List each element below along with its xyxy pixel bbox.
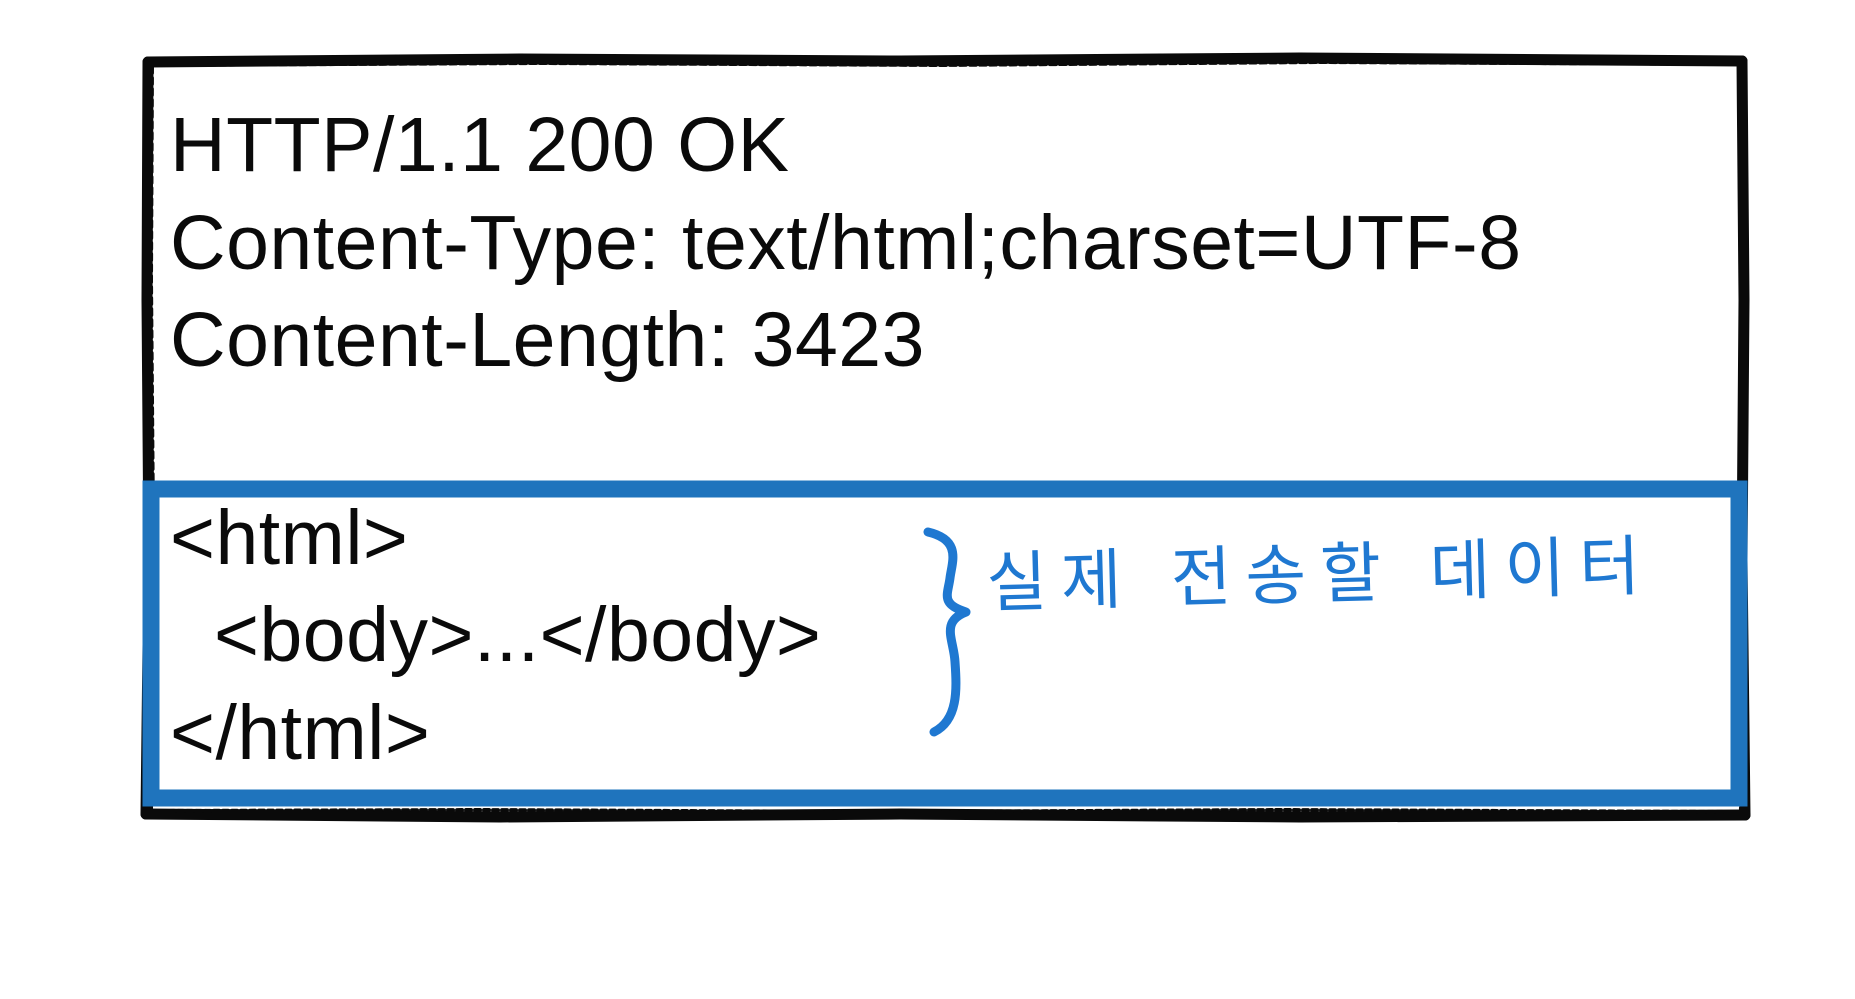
body-annotation: 실제 전송할 데이터 <box>985 527 1655 622</box>
status-line: HTTP/1.1 200 OK <box>170 102 790 188</box>
content-length-header: Content-Length: 3423 <box>170 297 925 383</box>
curly-brace-icon <box>923 527 971 737</box>
body-html-open: <html> <box>170 495 409 581</box>
body-html-close: </html> <box>170 690 431 776</box>
content-type-header: Content-Type: text/html;charset=UTF-8 <box>170 200 1522 286</box>
body-body-element: <body>...</body> <box>214 592 822 678</box>
